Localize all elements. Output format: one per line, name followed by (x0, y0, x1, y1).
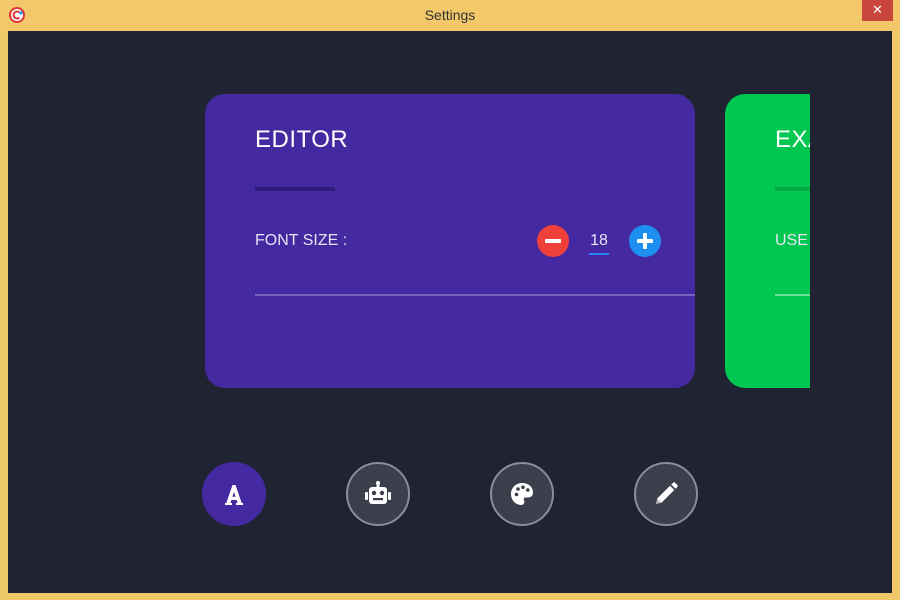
increase-font-size-button[interactable] (629, 225, 661, 257)
title-underline (255, 187, 335, 191)
pencil-icon (656, 482, 678, 504)
divider (775, 294, 810, 296)
nav-font-button[interactable] (202, 462, 266, 526)
title-bar: Settings ✕ (0, 0, 900, 31)
settings-panel: EDITOR FONT SIZE : 18 EXA USE (8, 31, 892, 593)
card-title: EXA (775, 126, 810, 153)
close-button[interactable]: ✕ (862, 0, 893, 21)
nav-robot-button[interactable] (346, 462, 410, 526)
divider (255, 294, 695, 296)
window-title: Settings (424, 7, 476, 23)
decrease-font-size-button[interactable] (537, 225, 569, 257)
title-underline (775, 187, 810, 191)
editor-card: EDITOR FONT SIZE : 18 (205, 94, 695, 388)
robot-icon (365, 481, 391, 504)
card-title: EDITOR (255, 126, 349, 153)
minus-icon (545, 239, 561, 243)
palette-icon (511, 483, 533, 505)
next-card-peek: EXA USE (725, 94, 810, 388)
font-icon (225, 485, 243, 505)
setting-label: USE (775, 232, 808, 249)
font-size-label: FONT SIZE : (255, 232, 348, 249)
font-size-value[interactable]: 18 (589, 231, 609, 255)
green-card[interactable]: EXA USE (725, 94, 810, 388)
nav-palette-button[interactable] (490, 462, 554, 526)
plus-icon (637, 233, 653, 249)
nav-pencil-button[interactable] (634, 462, 698, 526)
